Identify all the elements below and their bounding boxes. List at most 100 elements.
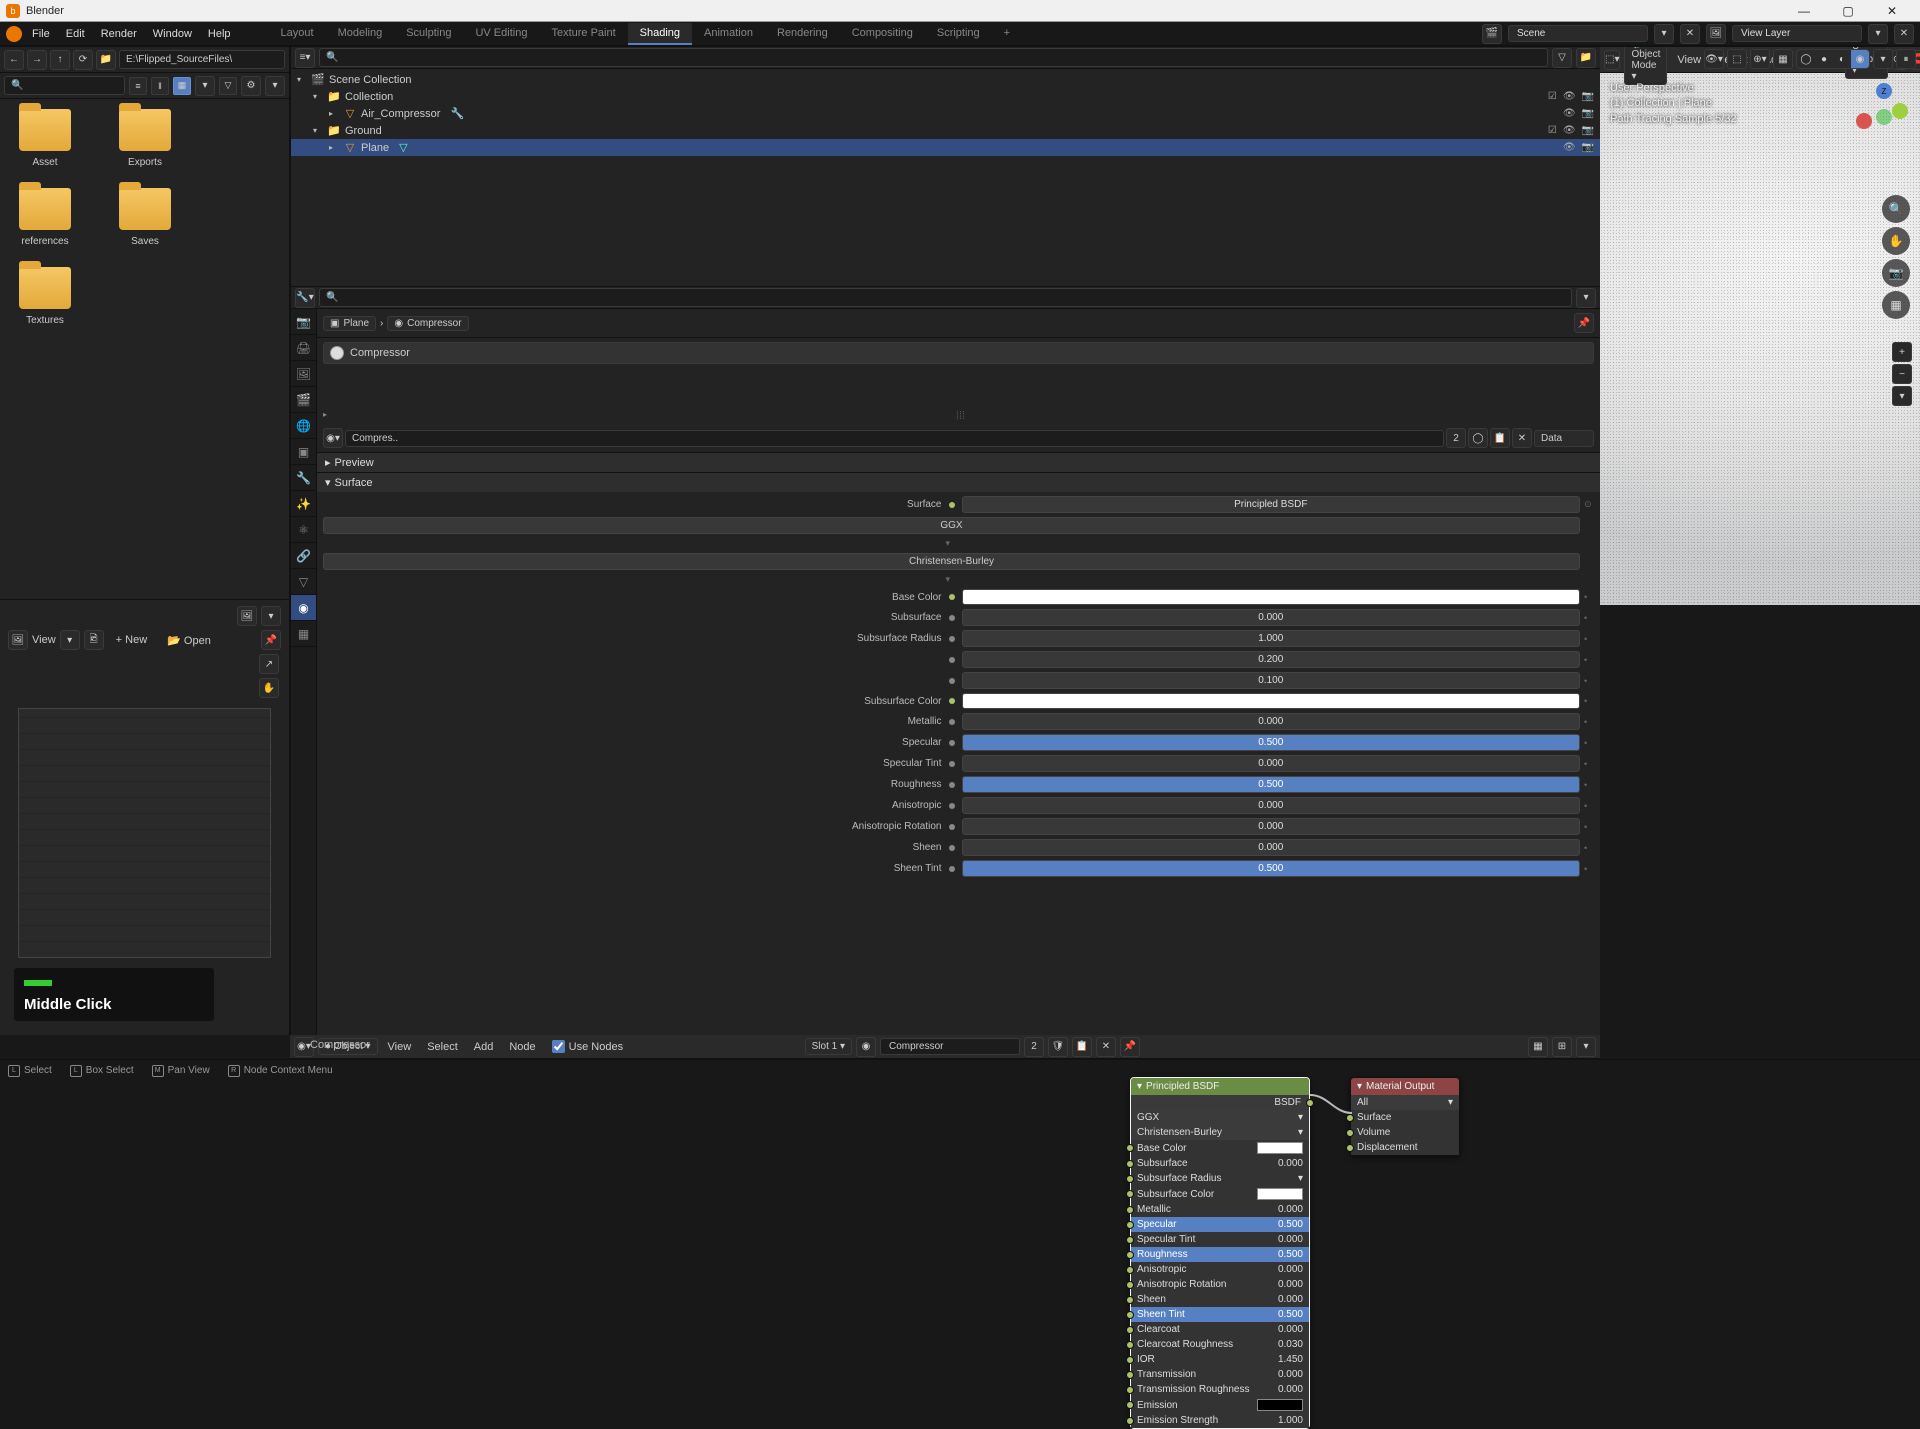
workspace-tab[interactable]: Layout (269, 23, 326, 45)
axis-z-icon[interactable]: Z (1876, 83, 1892, 99)
ne-select-menu[interactable]: Select (421, 1041, 464, 1053)
workspace-tab[interactable]: Sculpting (394, 23, 463, 45)
node-principled-bsdf[interactable]: ▾ Principled BSDF BSDF GGX▾ Christensen-… (1130, 1077, 1310, 1429)
plug-icon[interactable]: • (1584, 801, 1594, 811)
socket-in-icon[interactable] (1126, 1190, 1134, 1198)
slot-add-button[interactable]: + (1892, 342, 1912, 362)
shade-dropdown[interactable]: ▾ (1873, 49, 1893, 69)
dist-dropdown[interactable]: Christensen-Burley (323, 553, 1580, 570)
viewlayer-new-button[interactable]: ▾ (1868, 24, 1888, 44)
material-name-input[interactable]: Compres.. (345, 430, 1444, 447)
3d-viewport[interactable]: ⬚▾ 🧊 Object Mode ▾ View Select Add Objec… (1600, 47, 1920, 605)
editor-type-icon[interactable]: ⬚▾ (1604, 50, 1620, 70)
tree-row-selected[interactable]: ▸▽Plane▽👁📷 (291, 139, 1600, 156)
editor-type-icon[interactable]: 🖼 (8, 630, 28, 650)
chevron-down-icon[interactable]: ▾ (261, 606, 281, 626)
socket-in-icon[interactable] (1126, 1221, 1134, 1229)
checkbox-icon[interactable]: ☑ (1548, 91, 1557, 102)
view-list-icon[interactable]: ≡ (129, 77, 147, 95)
socket-in-icon[interactable] (1126, 1175, 1134, 1183)
plug-icon[interactable]: • (1584, 696, 1594, 706)
viewlayer-delete-button[interactable]: ✕ (1894, 24, 1914, 44)
prop-value[interactable]: 0.000 (962, 818, 1581, 835)
object-types-vis-icon[interactable]: 👁▾ (1704, 49, 1724, 69)
node-input-specular[interactable]: Specular0.500 (1131, 1217, 1309, 1232)
socket-in-icon[interactable] (1126, 1371, 1134, 1379)
workspace-tab-active[interactable]: Shading (628, 23, 692, 45)
camera-icon[interactable]: 📷 (1582, 142, 1594, 153)
view-thumbnails-icon[interactable]: ▦ (173, 77, 191, 95)
eye-icon[interactable]: 👁 (1563, 125, 1576, 136)
new-collection-icon[interactable]: 📁 (1576, 48, 1596, 68)
backdrop-icon[interactable]: ▦ (1528, 1037, 1548, 1057)
socket-in-icon[interactable] (1126, 1160, 1134, 1168)
minimize-button[interactable]: — (1782, 4, 1826, 18)
folder-item[interactable]: references (10, 188, 80, 247)
socket-dot-icon[interactable] (949, 636, 955, 642)
shader-editor[interactable]: ◉▾ ● Object ▾ View Select Add Node Use N… (290, 1035, 1600, 1059)
plug-icon[interactable]: • (1584, 676, 1594, 686)
unlink-icon[interactable]: ✕ (1512, 428, 1532, 448)
camera-icon[interactable]: 📷 (1582, 91, 1594, 102)
socket-dot-icon[interactable] (949, 782, 955, 788)
camera-icon[interactable]: 📷 (1582, 108, 1594, 119)
axis-y-icon[interactable] (1892, 103, 1908, 119)
plug-icon[interactable]: • (1584, 717, 1594, 727)
folder-item[interactable]: Asset (10, 109, 80, 168)
new-material-icon[interactable]: 📋 (1490, 428, 1510, 448)
ggx-dropdown[interactable]: GGX (323, 517, 1580, 534)
socket-in-icon[interactable] (1126, 1326, 1134, 1334)
viewlayer-icon[interactable]: 🖼 (1706, 24, 1726, 44)
socket-in-icon[interactable] (1346, 1114, 1354, 1122)
plug-icon[interactable]: • (1584, 655, 1594, 665)
workspace-add[interactable]: + (992, 23, 1022, 45)
view-menu[interactable]: View (1671, 54, 1707, 66)
slot-menu-button[interactable]: ▾ (1892, 386, 1912, 406)
node-input-sheen[interactable]: Sheen0.000 (1131, 1292, 1309, 1307)
prop-value[interactable]: 0.100 (962, 672, 1581, 689)
slot-dropdown[interactable]: Slot 1 ▾ (805, 1038, 852, 1055)
tab-modifiers[interactable]: 🔧 (291, 465, 316, 491)
new-folder-button[interactable]: 📁 (96, 50, 116, 70)
image-editor-type-icon[interactable]: 🖼 (237, 606, 257, 626)
persp-toggle-icon[interactable]: ▦ (1882, 291, 1910, 319)
node-input-anisotropic[interactable]: Anisotropic0.000 (1131, 1262, 1309, 1277)
path-input[interactable]: E:\Flipped_SourceFiles\ (119, 50, 285, 69)
rendered-shade-icon[interactable]: ◉ (1851, 50, 1869, 68)
socket-dot-icon[interactable] (949, 761, 955, 767)
node-material-output[interactable]: ▾ Material Output All▾ Surface Volume Di… (1350, 1077, 1460, 1156)
prop-value[interactable]: 0.500 (962, 734, 1581, 751)
checkbox-icon[interactable]: ☑ (1548, 125, 1557, 136)
node-dist-dropdown[interactable]: Christensen-Burley▾ (1131, 1125, 1309, 1140)
prop-value[interactable]: 0.000 (962, 797, 1581, 814)
slot-remove-button[interactable]: − (1892, 364, 1912, 384)
app-icon[interactable] (6, 26, 22, 42)
socket-in-icon[interactable] (1126, 1356, 1134, 1364)
ne-node-menu[interactable]: Node (503, 1041, 541, 1053)
node-input-sheen-tint[interactable]: Sheen Tint0.500 (1131, 1307, 1309, 1322)
axis-x-icon[interactable] (1856, 113, 1872, 129)
socket-dot-icon[interactable] (949, 657, 955, 663)
plug-icon[interactable]: • (1584, 738, 1594, 748)
socket-dot-icon[interactable] (949, 866, 955, 872)
socket-in-icon[interactable] (1126, 1341, 1134, 1349)
socket-in-icon[interactable] (1126, 1296, 1134, 1304)
tree-row[interactable]: ▾📁Ground☑👁📷 (291, 122, 1600, 139)
socket-dot-icon[interactable] (949, 678, 955, 684)
viewlayer-selector[interactable]: View Layer (1732, 25, 1862, 42)
outliner-search[interactable]: 🔍 (319, 48, 1548, 67)
plug-icon[interactable]: • (1584, 634, 1594, 644)
plug-icon[interactable]: • (1584, 759, 1594, 769)
prop-value[interactable]: 0.000 (962, 713, 1581, 730)
plug-icon[interactable]: • (1584, 592, 1594, 602)
node-input-ior[interactable]: IOR1.450 (1131, 1352, 1309, 1367)
close-button[interactable]: ✕ (1870, 4, 1914, 18)
tree-row[interactable]: ▾📁Collection☑👁📷 (291, 88, 1600, 105)
socket-in-icon[interactable] (1126, 1144, 1134, 1152)
uv-grid[interactable] (18, 708, 271, 958)
image-link-icon[interactable]: 🖻 (84, 630, 104, 650)
folder-item[interactable]: Saves (110, 188, 180, 247)
filter-toggle[interactable]: ▽ (219, 77, 237, 95)
workspace-tab[interactable]: Compositing (840, 23, 925, 45)
folder-item[interactable]: Textures (10, 267, 80, 326)
